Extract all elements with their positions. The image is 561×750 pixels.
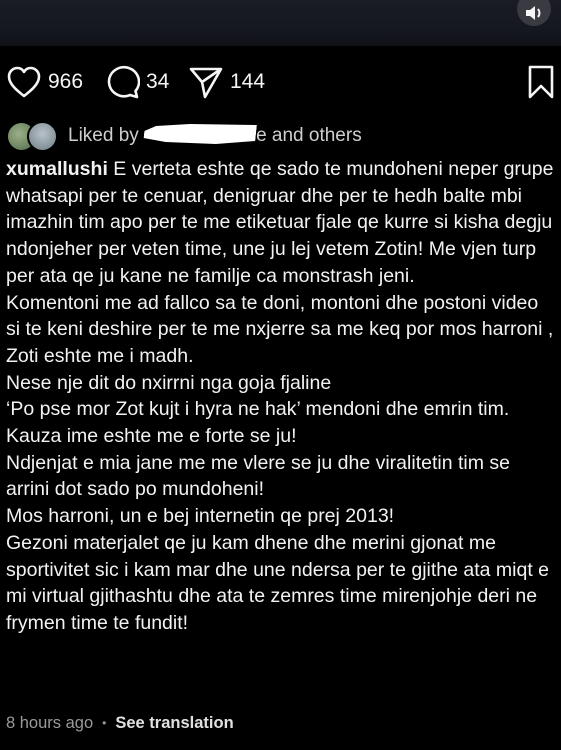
heart-icon bbox=[7, 66, 41, 98]
like-button[interactable]: 966 bbox=[6, 62, 83, 102]
post-meta: 8 hours ago • See translation bbox=[6, 710, 234, 736]
shares-count: 144 bbox=[230, 70, 266, 93]
caption-username[interactable]: xumallushi bbox=[6, 158, 108, 180]
caption-line: Komentoni me ad fallco sa te doni, monto… bbox=[6, 291, 554, 367]
comment-button[interactable]: 34 bbox=[104, 62, 169, 102]
post-timestamp: 8 hours ago bbox=[6, 713, 94, 732]
post-caption: xumallushi E verteta eshte qe sado te mu… bbox=[6, 156, 554, 637]
liked-by-prefix: Liked by bbox=[68, 124, 139, 146]
send-icon bbox=[189, 67, 223, 99]
share-button[interactable]: 144 bbox=[188, 62, 265, 102]
comment-bubble-icon bbox=[107, 65, 140, 99]
liker-avatars bbox=[6, 120, 58, 152]
redacted-username bbox=[143, 124, 257, 144]
liked-by-suffix: e and others bbox=[256, 124, 362, 146]
bookmark-icon bbox=[528, 65, 554, 99]
caption-line: Nese nje dit do nxirrni nga goja fjaline bbox=[6, 371, 332, 394]
post-media[interactable] bbox=[0, 0, 561, 46]
caption-line: Gezoni materjalet qe ju kam dhene dhe me… bbox=[6, 531, 550, 634]
meta-separator: • bbox=[102, 716, 107, 730]
caption-line: ‘Po pse mor Zot kujt i hyra ne hak’ mend… bbox=[6, 398, 510, 421]
liked-by-text: Liked by e and others bbox=[68, 124, 362, 147]
save-button[interactable] bbox=[526, 62, 556, 102]
caption-paragraph: xumallushi E verteta eshte qe sado te mu… bbox=[6, 156, 554, 290]
comments-count: 34 bbox=[146, 70, 170, 93]
post-actions-bar: 966 34 144 bbox=[0, 62, 561, 102]
caption-line: Mos harroni, un e bej internetin qe prej… bbox=[6, 505, 395, 528]
likes-count: 966 bbox=[48, 70, 84, 93]
speaker-icon bbox=[526, 6, 541, 20]
caption-line: Ndjenjat e mia jane me me vlere se ju dh… bbox=[6, 451, 510, 501]
sound-toggle-button[interactable] bbox=[517, 0, 551, 26]
caption-line: Kauza ime eshte me e forte se ju! bbox=[6, 425, 297, 448]
avatar bbox=[27, 121, 58, 152]
see-translation-link[interactable]: See translation bbox=[115, 714, 233, 733]
liked-by-row[interactable]: Liked by e and others bbox=[6, 118, 556, 152]
